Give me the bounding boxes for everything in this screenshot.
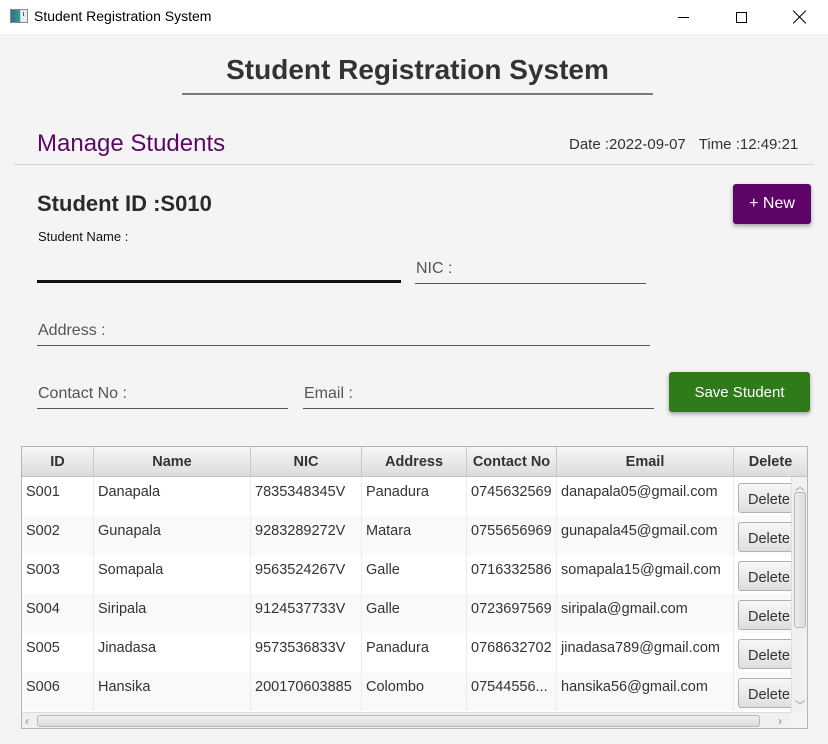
cell-name: Jinadasa	[94, 633, 251, 672]
cell-name: Hansika	[94, 672, 251, 711]
address-placeholder: Address :	[38, 322, 106, 339]
scroll-left-icon[interactable]: ‹	[25, 714, 29, 728]
cell-nic: 7835348345V	[251, 477, 362, 516]
email-field[interactable]: Email :	[303, 379, 654, 409]
cell-email: danapala05@gmail.com	[557, 477, 734, 516]
scroll-corner	[791, 712, 807, 728]
table-row[interactable]: S002 Gunapala 9283289272V Matara 0755656969 g…	[22, 516, 807, 555]
close-button[interactable]	[777, 0, 823, 34]
column-header-name[interactable]: Name	[94, 447, 251, 477]
column-header-contact-no[interactable]: Contact No	[467, 447, 557, 477]
column-header-email[interactable]: Email	[557, 447, 734, 477]
nic-placeholder: NIC :	[416, 260, 453, 277]
vertical-scrollbar[interactable]: ︿ ﹀	[791, 477, 807, 712]
cell-nic: 9124537733V	[251, 594, 362, 633]
cell-nic: 200170603885	[251, 672, 362, 711]
column-header-address[interactable]: Address	[362, 447, 467, 477]
section-divider	[14, 164, 814, 165]
cell-email: jinadasa789@gmail.com	[557, 633, 734, 672]
horizontal-scroll-thumb[interactable]	[37, 715, 760, 727]
new-student-button[interactable]: + New	[733, 184, 811, 224]
delete-row-button[interactable]: Delete	[738, 639, 798, 669]
time-label: Time :12:49:21	[698, 136, 799, 153]
table-row[interactable]: S006 Hansika 200170603885 Colombo 07544556..…	[22, 672, 807, 711]
contact-no-field[interactable]: Contact No :	[37, 379, 288, 409]
delete-row-button[interactable]: Delete	[738, 483, 798, 513]
cell-name: Siripala	[94, 594, 251, 633]
student-name-input[interactable]	[37, 253, 401, 280]
cell-address: Matara	[362, 516, 467, 555]
scroll-down-icon[interactable]: ﹀	[795, 697, 805, 712]
nic-field[interactable]: NIC :	[415, 254, 646, 284]
cell-name: Gunapala	[94, 516, 251, 555]
column-header-delete[interactable]: Delete	[734, 447, 807, 477]
cell-id: S002	[22, 516, 94, 555]
window-titlebar: Student Registration System	[0, 0, 828, 34]
cell-id: S004	[22, 594, 94, 633]
cell-id: S001	[22, 477, 94, 516]
date-time-display: Date :2022-09-07 Time :12:49:21	[569, 136, 798, 153]
title-underline	[182, 93, 653, 95]
cell-email: siripala@gmail.com	[557, 594, 734, 633]
cell-email: gunapala45@gmail.com	[557, 516, 734, 555]
cell-contact-no: 0768632702	[467, 633, 557, 672]
save-student-button[interactable]: Save Student	[669, 372, 810, 412]
cell-contact-no: 0755656969	[467, 516, 557, 555]
cell-email: hansika56@gmail.com	[557, 672, 734, 711]
scroll-up-icon[interactable]: ︿	[795, 478, 805, 493]
cell-email: somapala15@gmail.com	[557, 555, 734, 594]
address-field[interactable]: Address :	[37, 316, 650, 346]
cell-id: S003	[22, 555, 94, 594]
cell-address: Panadura	[362, 633, 467, 672]
close-icon	[793, 10, 807, 24]
column-header-nic[interactable]: NIC	[251, 447, 362, 477]
minimize-icon	[677, 16, 689, 18]
minimize-button[interactable]	[660, 0, 706, 34]
page-title: Student Registration System	[226, 54, 609, 85]
maximize-icon	[735, 11, 747, 23]
cell-id: S006	[22, 672, 94, 711]
cell-nic: 9573536833V	[251, 633, 362, 672]
table-row[interactable]: S005 Jinadasa 9573536833V Panadura 076863270…	[22, 633, 807, 672]
window-title: Student Registration System	[34, 8, 212, 24]
table-row[interactable]: S003 Somapala 9563524267V Galle 0716332586 so…	[22, 555, 807, 594]
cell-nic: 9563524267V	[251, 555, 362, 594]
scroll-right-icon[interactable]: ›	[778, 714, 782, 728]
cell-nic: 9283289272V	[251, 516, 362, 555]
email-placeholder: Email :	[304, 385, 353, 402]
student-name-label: Student Name :	[38, 229, 129, 244]
cell-id: S005	[22, 633, 94, 672]
cell-contact-no: 0745632569	[467, 477, 557, 516]
delete-row-button[interactable]: Delete	[738, 522, 798, 552]
maximize-button[interactable]	[718, 0, 764, 34]
cell-name: Danapala	[94, 477, 251, 516]
cell-contact-no: 07544556...	[467, 672, 557, 711]
cell-contact-no: 0716332586	[467, 555, 557, 594]
table-header: ID Name NIC Address Contact No Email Del…	[22, 447, 807, 477]
app-icon	[10, 9, 28, 23]
column-header-id[interactable]: ID	[22, 447, 94, 477]
section-title: Manage Students	[37, 130, 226, 157]
cell-address: Panadura	[362, 477, 467, 516]
vertical-scroll-thumb[interactable]	[794, 492, 806, 628]
cell-name: Somapala	[94, 555, 251, 594]
horizontal-scrollbar[interactable]: ‹ ›	[22, 712, 791, 728]
student-id-label: Student ID :S010	[37, 191, 212, 216]
student-name-field[interactable]	[37, 253, 401, 283]
table-row[interactable]: S004 Siripala 9124537733V Galle 0723697569 si…	[22, 594, 807, 633]
students-table: ID Name NIC Address Contact No Email Del…	[21, 446, 808, 729]
delete-row-button[interactable]: Delete	[738, 561, 798, 591]
contact-no-placeholder: Contact No :	[38, 385, 127, 402]
cell-address: Galle	[362, 555, 467, 594]
delete-row-button[interactable]: Delete	[738, 678, 798, 708]
date-label: Date :2022-09-07	[569, 136, 686, 153]
delete-row-button[interactable]: Delete	[738, 600, 798, 630]
cell-contact-no: 0723697569	[467, 594, 557, 633]
cell-address: Galle	[362, 594, 467, 633]
table-row[interactable]: S001 Danapala 7835348345V Panadura 074563256…	[22, 477, 807, 516]
cell-address: Colombo	[362, 672, 467, 711]
